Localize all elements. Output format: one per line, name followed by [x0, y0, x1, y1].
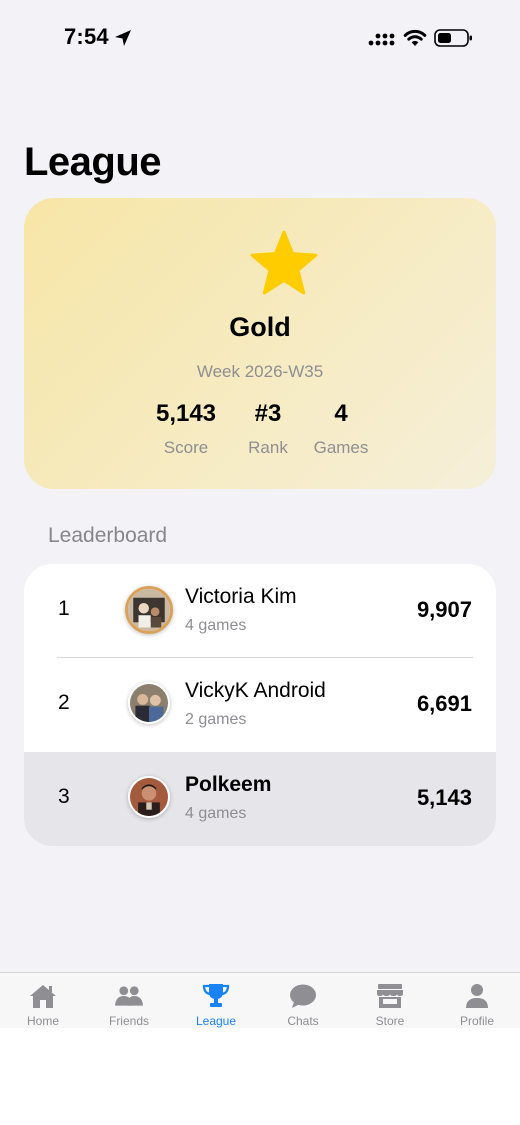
tab-bar: Home Friends League Chats Store Profile	[0, 972, 520, 1028]
tab-chats[interactable]: Chats	[260, 973, 346, 1028]
stat-games: 4 Games	[308, 400, 374, 458]
leaderboard-games-count: 4 games	[185, 617, 247, 634]
leaderboard-list: 1 Victoria Kim 4 games 9,907 2 VickyK An…	[24, 564, 496, 846]
avatar	[128, 682, 170, 724]
tab-league-label: League	[195, 1014, 237, 1028]
trophy-icon	[202, 984, 230, 1007]
chat-bubble-icon	[290, 984, 316, 1008]
leaderboard-score: 6,691	[416, 691, 472, 716]
stat-score: 5,143 Score	[146, 400, 226, 458]
leaderboard-row-current-user[interactable]: 3 Polkeem 4 games 5,143	[24, 752, 496, 846]
stat-rank-value: #3	[254, 400, 282, 427]
tab-friends[interactable]: Friends	[86, 973, 172, 1028]
leaderboard-rank: 3	[58, 785, 70, 808]
cellular-signal-icon	[368, 33, 395, 46]
stat-games-value: 4	[334, 400, 348, 427]
tab-store-label: Store	[375, 1014, 405, 1028]
house-icon	[30, 985, 56, 1008]
tab-home-label: Home	[26, 1014, 59, 1028]
status-time: 7:54	[64, 24, 109, 49]
league-summary-card: Gold Week 2026-W35 5,143 Score #3 Rank 4…	[24, 198, 496, 489]
leaderboard-games-count: 2 games	[185, 711, 247, 728]
leaderboard-player-name: Polkeem	[185, 773, 272, 796]
tab-profile[interactable]: Profile	[434, 973, 520, 1028]
tab-store[interactable]: Store	[347, 973, 433, 1028]
leaderboard-rank: 2	[58, 691, 70, 714]
page-title: League	[24, 140, 162, 184]
tab-profile-label: Profile	[459, 1014, 494, 1028]
avatar	[125, 586, 173, 634]
stat-score-value: 5,143	[155, 400, 217, 427]
leaderboard-rank: 1	[58, 597, 70, 620]
leaderboard-player-name: VickyK Android	[185, 679, 326, 702]
tab-home[interactable]: Home	[0, 973, 86, 1028]
leaderboard-score: 5,143	[416, 785, 472, 810]
leaderboard-row[interactable]: 1 Victoria Kim 4 games 9,907	[24, 564, 496, 658]
league-screen: 7:54 League Gold Week 2026-W35 5,143 Sco…	[0, 0, 520, 1028]
stat-rank-label: Rank	[248, 438, 288, 457]
status-bar: 7:54	[0, 0, 520, 76]
wifi-icon	[403, 29, 427, 46]
league-week-label: Week 2026-W35	[196, 362, 324, 381]
avatar	[128, 776, 170, 818]
tab-league[interactable]: League	[173, 973, 259, 1028]
stat-rank: #3 Rank	[238, 400, 298, 458]
leaderboard-player-name: Victoria Kim	[185, 585, 297, 608]
tab-chats-label: Chats	[287, 1014, 319, 1028]
tab-friends-label: Friends	[108, 1014, 149, 1028]
battery-icon	[434, 29, 472, 47]
leaderboard-row[interactable]: 2 VickyK Android 2 games 6,691	[24, 658, 496, 752]
leaderboard-score: 9,907	[416, 597, 472, 622]
league-tier-name: Gold	[229, 312, 291, 342]
people-icon	[115, 986, 143, 1006]
leaderboard-header: Leaderboard	[48, 524, 168, 547]
person-icon	[466, 984, 488, 1008]
stat-score-label: Score	[163, 438, 209, 457]
location-arrow-icon	[115, 30, 131, 46]
stat-games-label: Games	[313, 438, 369, 457]
star-icon	[250, 230, 318, 295]
leaderboard-games-count: 4 games	[185, 805, 247, 822]
storefront-icon	[377, 984, 403, 1008]
